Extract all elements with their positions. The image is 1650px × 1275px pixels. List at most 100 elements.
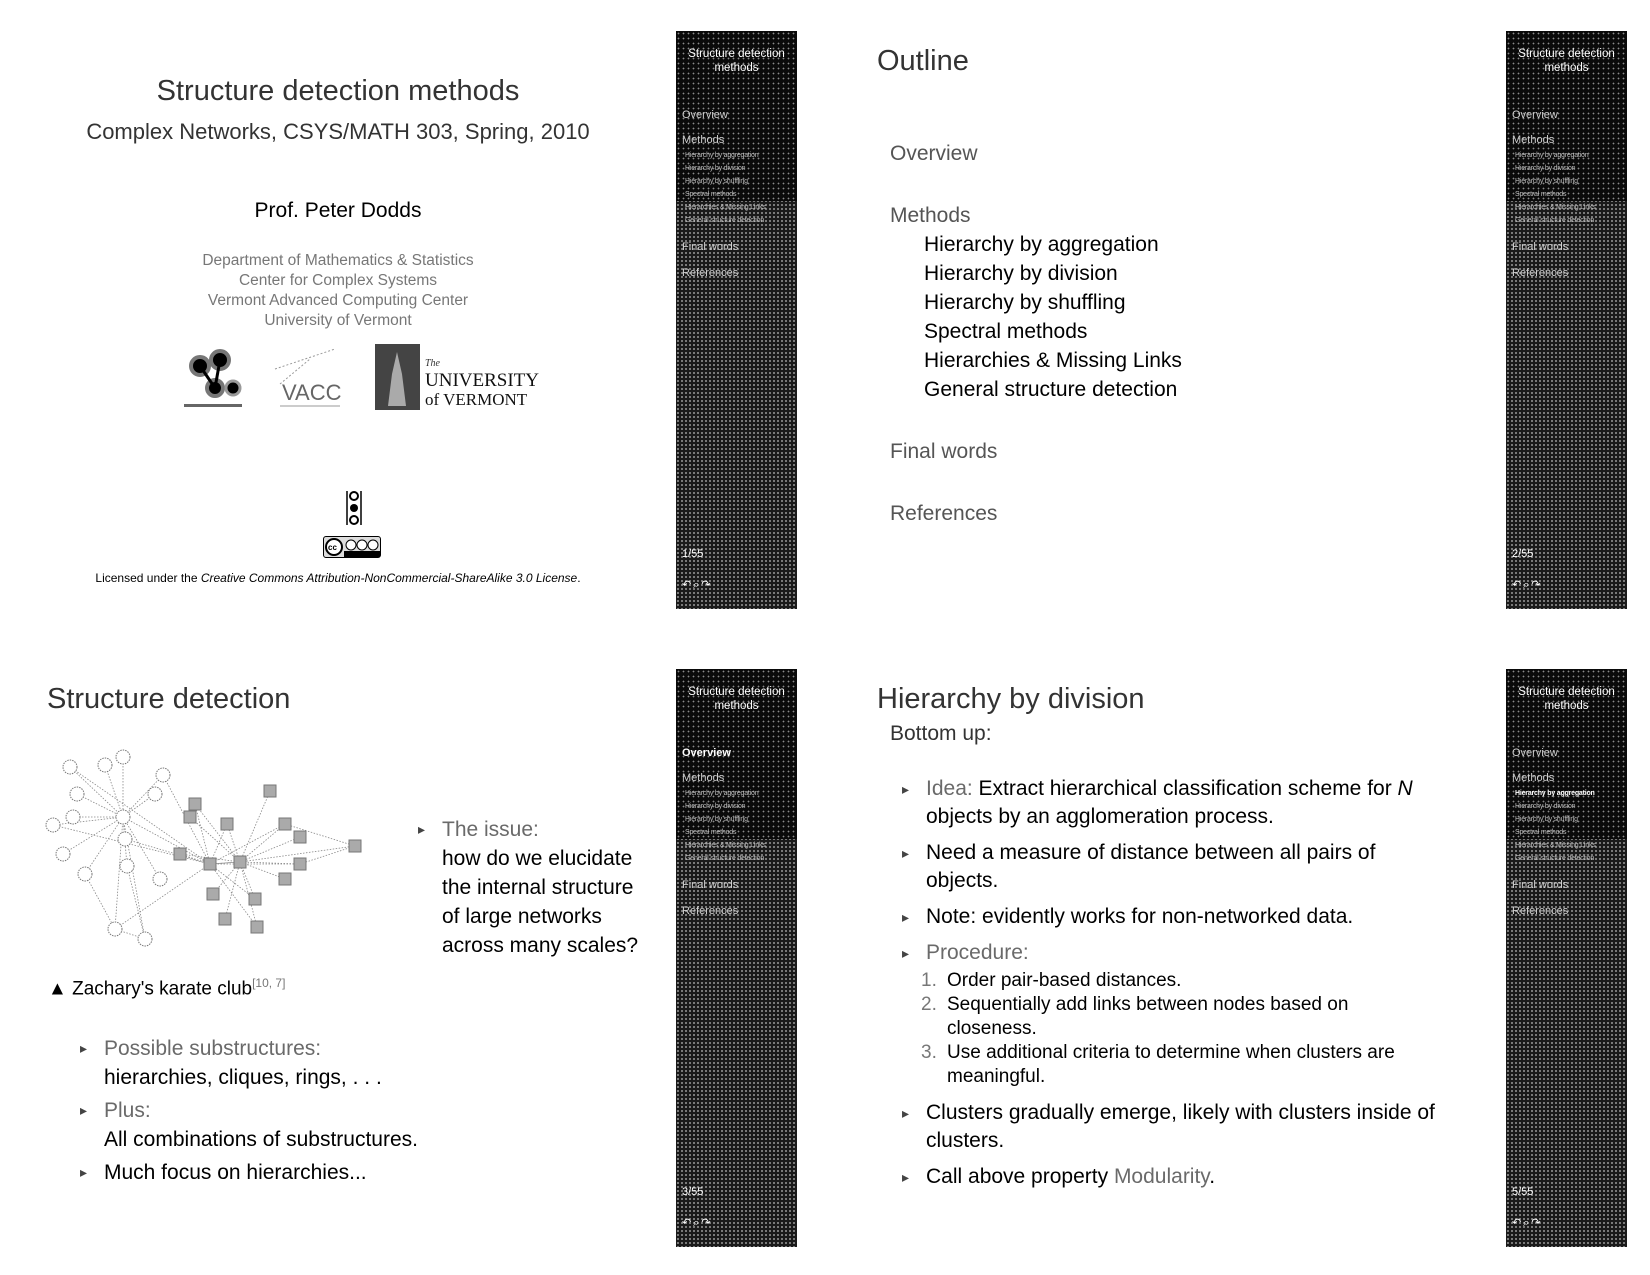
back-icon[interactable]: ↶ xyxy=(682,1217,693,1229)
network-node-circle xyxy=(97,757,113,773)
sidebar-subitem[interactable]: Hierarchy by aggregation xyxy=(1515,152,1589,159)
sidebar-item-references[interactable]: References xyxy=(682,267,738,279)
sidebar-subitem[interactable]: Hierarchies & Missing Links xyxy=(1515,842,1596,849)
back-icon[interactable]: ↶ xyxy=(1512,579,1523,591)
outline-subitem[interactable]: General structure detection xyxy=(890,375,1182,404)
page-number: 3/55 xyxy=(682,1186,704,1198)
sidebar-subitem[interactable]: Hierarchy by shuffling xyxy=(1515,816,1578,823)
sidebar-subitem[interactable]: General structure detection xyxy=(1515,855,1594,862)
outline-subitem[interactable]: Spectral methods xyxy=(890,317,1182,346)
sidebar-item-final-words[interactable]: Final words xyxy=(1512,241,1568,253)
sidebar-subitem[interactable]: Hierarchy by division xyxy=(1515,803,1576,810)
uvm-logo: The UNIVERSITY of VERMONT xyxy=(375,344,539,410)
sidebar-subitem[interactable]: Hierarchy by division xyxy=(685,165,746,172)
slide-title: Hierarchy by division xyxy=(877,683,1145,715)
outline-item-references[interactable]: References xyxy=(890,499,1182,528)
forward-icon[interactable]: ↷ xyxy=(1531,579,1542,591)
block-heading: Bottom up: xyxy=(890,722,992,745)
slide-4: Hierarchy by division Bottom up: Idea: E… xyxy=(830,669,1630,1247)
sidebar-subitem[interactable]: Hierarchies & Missing Links xyxy=(685,204,766,211)
presentation-subtitle: Complex Networks, CSYS/MATH 303, Spring,… xyxy=(86,119,590,144)
sidebar-item-final-words[interactable]: Final words xyxy=(682,241,738,253)
sidebar-subitem[interactable]: General structure detection xyxy=(685,855,764,862)
nav-controls: ↶⌕↷ xyxy=(1512,578,1543,592)
sidebar-item-methods[interactable]: Methods xyxy=(1512,772,1554,784)
sidebar-subitem[interactable]: Spectral methods xyxy=(1515,829,1566,836)
sidebar-subitem[interactable]: Hierarchy by aggregation xyxy=(685,790,759,797)
cc-license-badge[interactable]: cc xyxy=(323,536,381,558)
forward-icon[interactable]: ↷ xyxy=(701,579,712,591)
sidebar-item-overview[interactable]: Overview xyxy=(1512,747,1558,759)
sidebar-subitem[interactable]: Hierarchy by division xyxy=(685,803,746,810)
network-edge xyxy=(122,816,211,865)
network-node-square xyxy=(248,892,262,906)
sidebar-subitem[interactable]: Hierarchy by aggregation xyxy=(1515,790,1595,797)
network-node-square xyxy=(293,830,307,844)
citation[interactable]: [10, 7] xyxy=(252,976,285,990)
sidebar-item-methods[interactable]: Methods xyxy=(682,134,724,146)
step-item: 1. Order pair-based distances. xyxy=(921,970,1182,991)
license-link[interactable]: Creative Commons Attribution-NonCommerci… xyxy=(201,571,577,585)
term-link[interactable]: Modularity xyxy=(1114,1165,1209,1188)
bullet-item: Procedure: xyxy=(902,939,1442,967)
outline-subitem[interactable]: Hierarchy by shuffling xyxy=(890,288,1182,317)
network-node-square xyxy=(218,912,232,926)
sidebar-item-final-words[interactable]: Final words xyxy=(1512,879,1568,891)
sidebar-subitem[interactable]: Hierarchy by shuffling xyxy=(1515,178,1578,185)
sidebar-subitem[interactable]: Spectral methods xyxy=(1515,191,1566,198)
presentation-title: Structure detection methods xyxy=(156,75,520,107)
step-item: 3. Use additional criteria to determine w… xyxy=(921,1042,1395,1087)
sidebar-subitem[interactable]: Hierarchies & Missing Links xyxy=(1515,204,1596,211)
outline-list: Overview Methods Hierarchy by aggregatio… xyxy=(890,139,1182,528)
page-number: 2/55 xyxy=(1512,548,1534,560)
sidebar-subitem[interactable]: Hierarchy by division xyxy=(1515,165,1576,172)
sidebar-subitem[interactable]: General structure detection xyxy=(685,217,764,224)
bullet-item: Need a measure of distance between all p… xyxy=(902,839,1442,895)
bullet-list: Idea: Extract hierarchical classificatio… xyxy=(902,775,1442,1199)
network-edge xyxy=(84,816,124,875)
network-node-circle xyxy=(55,846,71,862)
outline-subitem[interactable]: Hierarchy by division xyxy=(890,259,1182,288)
back-icon[interactable]: ↶ xyxy=(1512,1217,1523,1229)
network-edge xyxy=(299,845,356,865)
sidebar-item-final-words[interactable]: Final words xyxy=(682,879,738,891)
outline-subitem[interactable]: Hierarchy by aggregation xyxy=(890,230,1182,259)
bullet-item: Idea: Extract hierarchical classificatio… xyxy=(902,775,1442,831)
forward-icon[interactable]: ↷ xyxy=(701,1217,712,1229)
outline-subitem[interactable]: Hierarchies & Missing Links xyxy=(890,346,1182,375)
sidebar-subitem[interactable]: Spectral methods xyxy=(685,829,736,836)
outline-item-methods[interactable]: Methods xyxy=(890,201,1182,230)
outline-item-final-words[interactable]: Final words xyxy=(890,437,1182,466)
sidebar-subitem[interactable]: General structure detection xyxy=(1515,217,1594,224)
network-node-square xyxy=(263,784,277,798)
affiliations: Department of Mathematics & Statistics C… xyxy=(0,251,676,331)
sidebar-item-references[interactable]: References xyxy=(1512,267,1568,279)
bullet-item: Note: evidently works for non-networked … xyxy=(902,903,1442,931)
sidebar-item-overview[interactable]: Overview xyxy=(682,109,728,121)
sidebar-item-references[interactable]: References xyxy=(682,905,738,917)
nav-controls: ↶⌕↷ xyxy=(682,1216,713,1230)
sidebar-subitem[interactable]: Hierarchy by aggregation xyxy=(685,152,759,159)
nav-controls: ↶⌕↷ xyxy=(1512,1216,1543,1230)
network-node-circle xyxy=(147,786,163,802)
sidebar-title: Structure detection methods xyxy=(1518,686,1615,712)
network-node-square xyxy=(188,797,202,811)
sidebar-item-methods[interactable]: Methods xyxy=(682,772,724,784)
sidebar-item-methods[interactable]: Methods xyxy=(1512,134,1554,146)
sidebar-subitem[interactable]: Spectral methods xyxy=(685,191,736,198)
forward-icon[interactable]: ↷ xyxy=(1531,1217,1542,1229)
sidebar-item-references[interactable]: References xyxy=(1512,905,1568,917)
sidebar-subitem[interactable]: Hierarchies & Missing Links xyxy=(685,842,766,849)
back-icon[interactable]: ↶ xyxy=(682,579,693,591)
sidebar-item-overview[interactable]: Overview xyxy=(1512,109,1558,121)
svg-text:The: The xyxy=(425,358,441,369)
network-node-circle xyxy=(119,858,135,874)
sidebar-subitem[interactable]: Hierarchy by shuffling xyxy=(685,816,748,823)
sidebar-subitem[interactable]: Hierarchy by shuffling xyxy=(685,178,748,185)
vacc-logo: VACC xyxy=(274,348,342,407)
network-node-square xyxy=(278,817,292,831)
network-node-square xyxy=(206,887,220,901)
outline-item-overview[interactable]: Overview xyxy=(890,139,1182,168)
affiliation: Department of Mathematics & Statistics xyxy=(202,252,474,269)
sidebar-item-overview[interactable]: Overview xyxy=(682,747,731,759)
